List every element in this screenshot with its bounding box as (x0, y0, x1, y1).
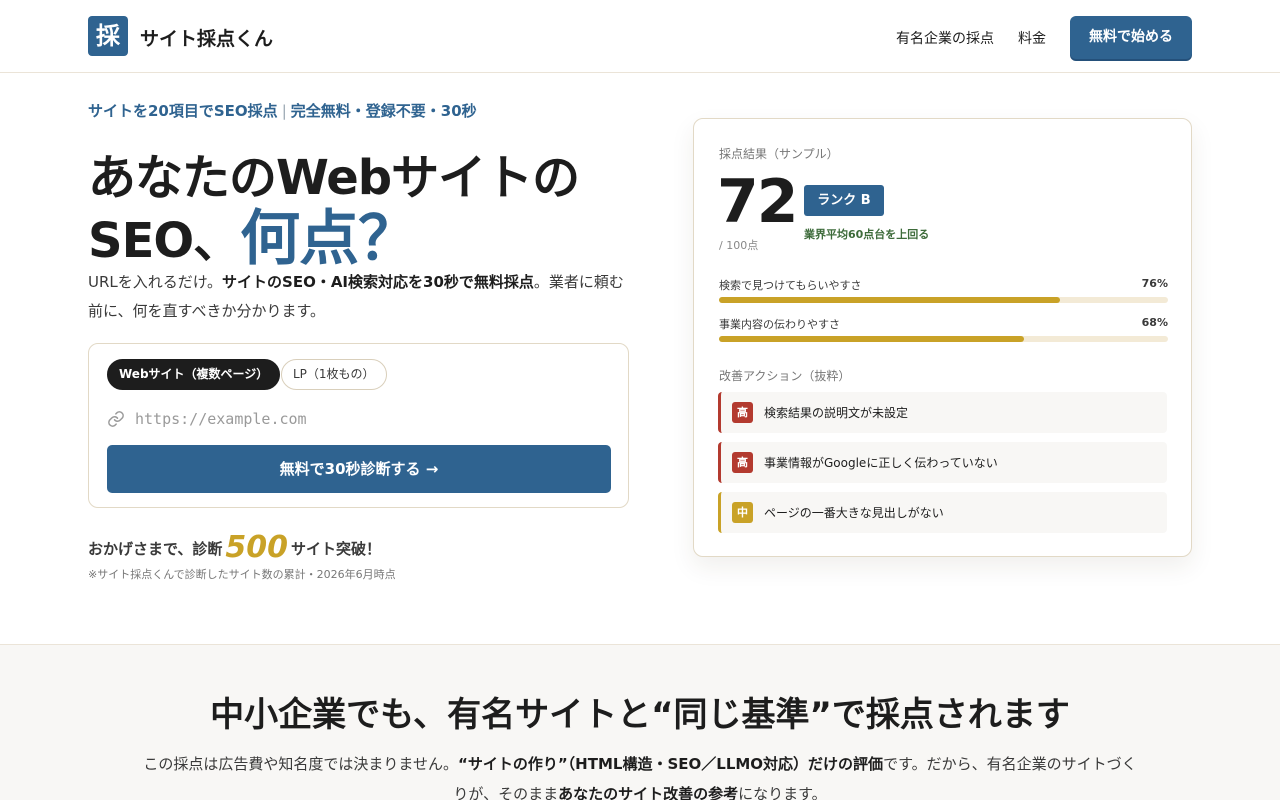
section-title: 中小企業でも、有名サイトと“同じ基準”で採点されます (210, 695, 1070, 735)
action-text: ページの一番大きな見出しがない (764, 506, 944, 520)
sample-title: 採点結果（サンプル） (719, 147, 839, 161)
start-free-button[interactable]: 無料で始める (1070, 16, 1192, 59)
metric-value: 76% (1141, 277, 1168, 290)
link-icon (108, 411, 124, 427)
priority-badge: 中 (732, 502, 753, 523)
nav-link-famous-companies[interactable]: 有名企業の採点 (896, 28, 994, 48)
logo-icon[interactable]: 採 (88, 16, 128, 56)
metric-label: 検索で見つけてもらいやすさ (719, 279, 862, 292)
metric-fill (719, 336, 1025, 342)
url-row (107, 404, 611, 434)
action-text: 検索結果の説明文が未設定 (764, 406, 909, 420)
nav-link-pricing[interactable]: 料金 (1018, 28, 1046, 48)
metric-value: 68% (1141, 316, 1168, 329)
url-input[interactable] (135, 406, 605, 432)
counter-suffix: サイト突破！ (291, 540, 382, 558)
action-item: 高 事業情報がGoogleに正しく伝わっていない (718, 442, 1167, 483)
priority-badge: 高 (732, 402, 753, 423)
priority-badge: 高 (732, 452, 753, 473)
metric-fill (719, 297, 1061, 303)
diagnosis-form: Webサイト（複数ページ） LP（1枚もの） 無料で30秒診断する → (88, 343, 629, 508)
hero-title-accent: 何点？ (240, 204, 418, 274)
diagnose-button[interactable]: 無料で30秒診断する → (107, 445, 611, 493)
rank-badge: ランク B (804, 185, 884, 216)
sample-score: 72 (717, 167, 798, 237)
action-item: 高 検索結果の説明文が未設定 (718, 392, 1167, 433)
body-part-d: あなたのサイト改善の参考 (558, 785, 739, 800)
sample-out-of: / 100点 (719, 239, 759, 252)
site-header: 採 サイト採点くん 有名企業の採点 料金 無料で始める (0, 0, 1280, 73)
lead-part-b: サイトのSEO・AI検索対応を30秒で無料採点 (222, 273, 534, 291)
hero-lead: URLを入れるだけ。サイトのSEO・AI検索対応を30秒で無料採点。業者に頼む前… (88, 268, 628, 326)
action-text: 事業情報がGoogleに正しく伝わっていない (764, 456, 998, 470)
diagnosis-counter: おかげさまで、診断 500 サイト突破！ (88, 530, 381, 565)
metric-track (719, 336, 1168, 342)
logo-text[interactable]: サイト採点くん (140, 24, 273, 51)
tab-website[interactable]: Webサイト（複数ページ） (107, 359, 281, 390)
metric-track (719, 297, 1168, 303)
hero-title-seo: SEO、 (88, 213, 241, 269)
industry-average-note: 業界平均60点台を上回る (804, 228, 930, 241)
body-part-e: になります。 (738, 785, 827, 800)
section-body: この採点は広告費や知名度では決まりません。“サイトの作り”（HTML構造・SEO… (140, 749, 1140, 800)
hero-title-line2: SEO、何点？ (88, 190, 418, 277)
body-part-a: この採点は広告費や知名度では決まりません。 (143, 755, 458, 773)
action-item: 中 ページの一番大きな見出しがない (718, 492, 1167, 533)
hero-tagline: サイトを20項目でSEO採点 | 完全無料・登録不要・30秒 (88, 100, 477, 121)
counter-note: ※サイト採点くんで診断したサイト数の累計・2026年6月時点 (88, 568, 396, 581)
tagline-separator: | (281, 102, 287, 120)
counter-number: 500 (225, 530, 289, 565)
lead-part-a: URLを入れるだけ。 (88, 273, 223, 291)
body-part-b: “サイトの作り”（HTML構造・SEO／LLMO対応）だけの評価 (457, 755, 884, 773)
sample-result-card: 採点結果（サンプル） 72 / 100点 ランク B 業界平均60点台を上回る … (693, 118, 1192, 557)
same-standard-section: 中小企業でも、有名サイトと“同じ基準”で採点されます この採点は広告費や知名度で… (0, 644, 1280, 800)
tab-lp[interactable]: LP（1枚もの） (281, 359, 387, 390)
actions-title: 改善アクション（抜粋） (719, 369, 851, 383)
counter-prefix: おかげさまで、診断 (88, 540, 223, 558)
tagline-part-a: サイトを20項目でSEO採点 (88, 102, 278, 120)
tagline-part-b: 完全無料・登録不要・30秒 (290, 102, 477, 120)
metric-label: 事業内容の伝わりやすさ (719, 318, 840, 331)
